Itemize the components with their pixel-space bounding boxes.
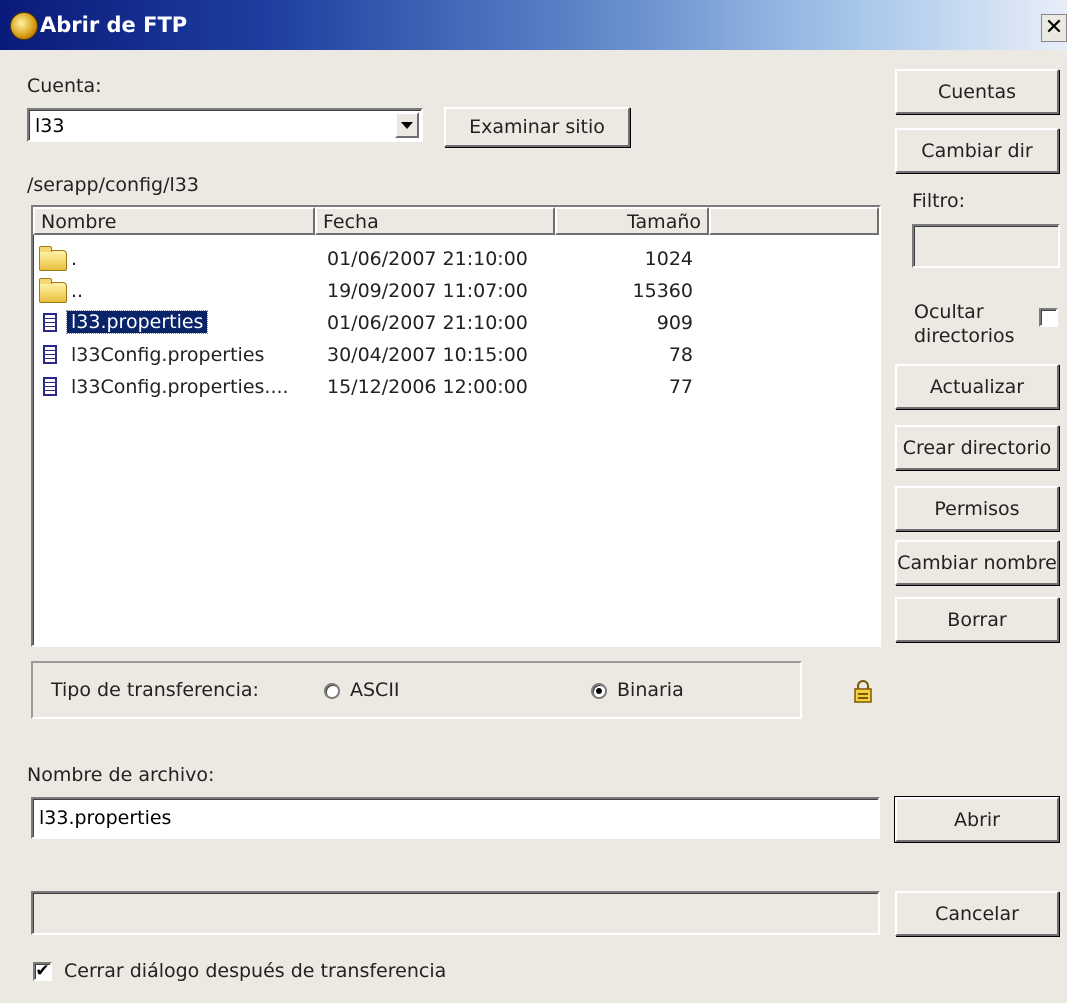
filter-input[interactable] — [912, 224, 1060, 268]
list-item[interactable]: l33Config.properties.... 15/12/2006 12:0… — [33, 372, 873, 403]
file-size: 909 — [656, 312, 693, 334]
file-size: 77 — [668, 376, 693, 398]
column-header-size[interactable]: Tamaño — [555, 207, 709, 235]
app-icon — [10, 12, 38, 40]
progress-bar — [31, 891, 880, 935]
filename-value: l33.properties — [39, 807, 172, 829]
open-button[interactable]: Abrir — [894, 796, 1060, 843]
file-date: 01/06/2007 21:10:00 — [327, 248, 528, 270]
permissions-button[interactable]: Permisos — [895, 486, 1059, 531]
cancel-button[interactable]: Cancelar — [895, 891, 1059, 936]
list-item[interactable]: . 01/06/2007 21:10:00 1024 — [33, 244, 873, 275]
column-header-empty — [709, 207, 879, 235]
chevron-down-icon — [401, 121, 413, 129]
file-date: 15/12/2006 12:00:00 — [327, 376, 528, 398]
hide-dirs-label-line2: directorios — [914, 325, 1015, 347]
current-path: /serapp/config/l33 — [27, 174, 199, 196]
account-label: Cuenta: — [27, 75, 102, 97]
account-combobox[interactable]: l33 — [27, 108, 423, 142]
transfer-type-group: Tipo de transferencia: ASCII Binaria — [31, 661, 802, 719]
filename-label: Nombre de archivo: — [27, 764, 215, 786]
binary-radio[interactable] — [591, 683, 607, 699]
file-size: 15360 — [632, 280, 693, 302]
window-title: Abrir de FTP — [40, 13, 188, 37]
file-name: .. — [71, 280, 84, 302]
ascii-radio[interactable] — [324, 683, 340, 699]
transfer-type-label: Tipo de transferencia: — [51, 679, 259, 701]
filename-input[interactable]: l33.properties — [31, 797, 880, 839]
column-header-date[interactable]: Fecha — [315, 207, 555, 235]
list-item-selected[interactable]: l33.properties 01/06/2007 21:10:00 909 — [33, 308, 873, 339]
lock-icon — [854, 680, 872, 703]
file-list[interactable]: Nombre Fecha Tamaño . 01/06/2007 21:10:0… — [31, 205, 881, 647]
file-size: 1024 — [644, 248, 693, 270]
file-date: 19/09/2007 11:07:00 — [327, 280, 528, 302]
document-icon — [43, 377, 57, 396]
file-name: l33.properties — [65, 310, 209, 334]
refresh-button[interactable]: Actualizar — [895, 364, 1059, 409]
dropdown-arrow-button[interactable] — [395, 112, 419, 138]
change-dir-button[interactable]: Cambiar dir — [895, 128, 1059, 173]
folder-icon — [39, 246, 67, 271]
document-icon — [43, 345, 57, 364]
file-name: l33Config.properties.... — [71, 376, 289, 398]
file-size: 78 — [668, 344, 693, 366]
account-selected-value: l33 — [35, 115, 65, 137]
list-item[interactable]: .. 19/09/2007 11:07:00 15360 — [33, 276, 873, 307]
close-after-transfer-label[interactable]: Cerrar diálogo después de transferencia — [64, 960, 446, 982]
hide-dirs-checkbox[interactable] — [1039, 308, 1058, 327]
ascii-label[interactable]: ASCII — [350, 679, 400, 701]
file-name: . — [71, 248, 78, 270]
file-date: 01/06/2007 21:10:00 — [327, 312, 528, 334]
create-dir-button[interactable]: Crear directorio — [895, 425, 1059, 470]
list-item[interactable]: l33Config.properties 30/04/2007 10:15:00… — [33, 340, 873, 371]
rename-button[interactable]: Cambiar nombre — [895, 540, 1059, 585]
binary-label[interactable]: Binaria — [617, 679, 684, 701]
accounts-button[interactable]: Cuentas — [895, 69, 1059, 114]
close-button[interactable]: ✕ — [1041, 14, 1067, 42]
file-date: 30/04/2007 10:15:00 — [327, 344, 528, 366]
document-icon — [43, 313, 57, 332]
column-header-name[interactable]: Nombre — [33, 207, 315, 235]
hide-dirs-label-line1: Ocultar — [914, 301, 984, 323]
close-after-transfer-checkbox[interactable]: ✔ — [33, 962, 52, 981]
file-name: l33Config.properties — [71, 344, 265, 366]
folder-icon — [39, 278, 67, 303]
hide-dirs-label: Ocultar directorios — [914, 300, 1015, 348]
delete-button[interactable]: Borrar — [895, 597, 1059, 642]
filter-label: Filtro: — [912, 190, 965, 212]
browse-site-button[interactable]: Examinar sitio — [444, 107, 630, 147]
